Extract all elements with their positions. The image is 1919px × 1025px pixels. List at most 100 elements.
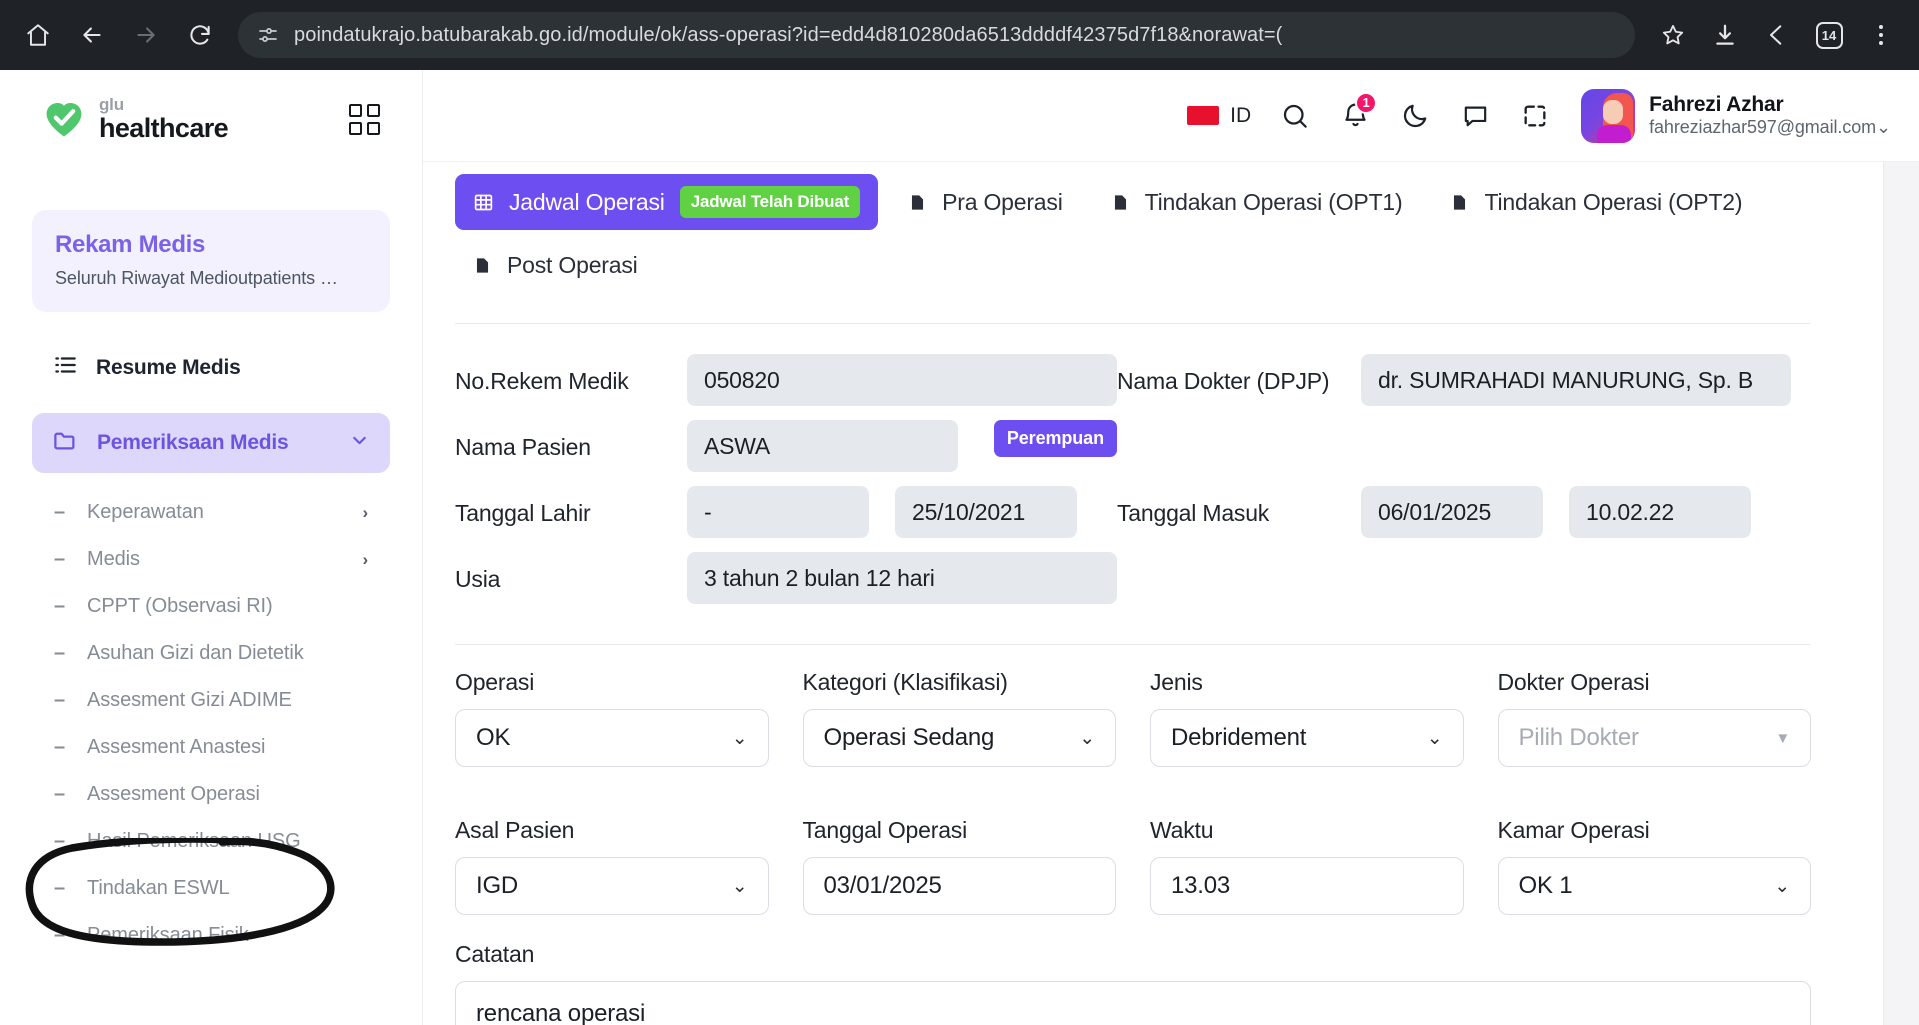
scrollbar-track[interactable] [1883, 162, 1919, 1025]
chevron-down-icon: ⌄ [1079, 727, 1095, 749]
content-scroll-area[interactable]: Jadwal Operasi Jadwal Telah Dibuat Pra O… [423, 162, 1919, 1025]
language-switcher[interactable]: ID [1187, 104, 1251, 128]
user-menu[interactable]: Fahrezi Azhar fahreziazhar597@gmail.com⌄ [1581, 88, 1891, 143]
label-catatan: Catatan [455, 941, 535, 968]
tab-tindakan-operasi-opt2[interactable]: Tindakan Operasi (OPT2) [1432, 174, 1760, 230]
search-icon[interactable] [1267, 88, 1323, 144]
avatar [1581, 88, 1636, 143]
sidebar-subitem-assesment-gizi-adime[interactable]: – Assesment Gizi ADIME [32, 677, 390, 724]
notifications-bell-icon[interactable]: 1 [1327, 88, 1383, 144]
tab-count-button[interactable]: 14 [1805, 11, 1853, 59]
field-group-dokter-operasi: Dokter Operasi Pilih Dokter ▼ [1497, 669, 1811, 768]
address-bar[interactable]: poindatukrajo.batubarakab.go.id/module/o… [238, 12, 1635, 58]
tab-jadwal-operasi[interactable]: Jadwal Operasi Jadwal Telah Dibuat [455, 174, 879, 231]
list-icon [52, 352, 78, 383]
operation-tabs: Jadwal Operasi Jadwal Telah Dibuat Pra O… [423, 162, 1843, 301]
user-email: fahreziazhar597@gmail.com [1649, 117, 1877, 138]
sidebar-subitem-label: Asuhan Gizi dan Dietetik [87, 642, 304, 664]
status-badge: Jadwal Telah Dibuat [679, 186, 861, 219]
value-nama-dokter: dr. SUMRAHADI MANURUNG, Sp. B [1361, 354, 1791, 407]
input-tanggal-operasi[interactable]: 03/01/2025 [802, 857, 1116, 916]
dash-icon: – [54, 877, 66, 899]
select-operasi[interactable]: OK ⌄ [455, 709, 769, 768]
select-asal-pasien-value: IGD [476, 872, 519, 900]
chrome-menu-icon[interactable] [1857, 11, 1905, 59]
label-spacer-2 [1117, 552, 1361, 566]
sidebar-subitem-label: Pemeriksaan Fisik [87, 924, 249, 946]
chat-icon[interactable] [1447, 88, 1503, 144]
sidebar-subitem-medis[interactable]: – Medis › [32, 536, 390, 583]
chevron-down-icon: ⌄ [1876, 117, 1891, 138]
home-button[interactable] [14, 11, 62, 59]
tab-post-operasi[interactable]: Post Operasi [455, 240, 656, 291]
sidebar-subitem-label: Assesment Operasi [87, 783, 260, 805]
label-asal-pasien: Asal Pasien [455, 817, 575, 844]
top-bar: ID 1 Fahrezi Azhar fahreziazhar597@gmail… [423, 70, 1919, 163]
file-icon [908, 193, 927, 212]
brand-name-label: healthcare [99, 113, 229, 143]
select-kamar-operasi[interactable]: OK 1 ⌄ [1497, 857, 1811, 916]
label-nama-dokter: Nama Dokter (DPJP) [1117, 368, 1330, 395]
rekam-medis-subtitle: Seluruh Riwayat Medioutpatients … [55, 268, 338, 288]
sidebar-item-label: Resume Medis [96, 355, 241, 379]
tab-pra-operasi[interactable]: Pra Operasi [890, 174, 1081, 230]
dark-mode-moon-icon[interactable] [1387, 88, 1443, 144]
apps-grid-icon[interactable] [349, 103, 380, 135]
value-no-rekem-medik: 050820 [687, 354, 1117, 407]
gender-badge: Perempuan [993, 420, 1117, 458]
brand-logo[interactable]: glu healthcare [42, 95, 229, 143]
select-dokter-operasi[interactable]: Pilih Dokter ▼ [1497, 709, 1811, 768]
sidebar: glu healthcare Rekam Medis Seluruh Riway… [0, 70, 423, 1025]
label-operasi: Operasi [455, 669, 535, 696]
bookmark-star-icon[interactable] [1649, 11, 1697, 59]
select-kategori[interactable]: Operasi Sedang ⌄ [802, 709, 1116, 768]
sidebar-subitem-assesment-anastesi[interactable]: – Assesment Anastesi [32, 724, 390, 771]
reload-button[interactable] [176, 11, 224, 59]
forward-button[interactable] [122, 11, 170, 59]
dash-icon: – [54, 736, 66, 758]
input-tanggal-operasi-value: 03/01/2025 [823, 872, 942, 900]
notification-badge: 1 [1355, 91, 1378, 114]
chevron-right-icon: › [362, 549, 368, 569]
sidebar-subitem-assesment-operasi[interactable]: – Assesment Operasi [32, 771, 390, 818]
sidebar-item-pemeriksaan-medis[interactable]: Pemeriksaan Medis [32, 413, 390, 473]
table-icon [473, 192, 494, 213]
label-jenis: Jenis [1150, 669, 1203, 696]
sidebar-subitem-label: Medis [87, 548, 140, 570]
sidebar-subitem-keperawatan[interactable]: – Keperawatan › [32, 489, 390, 536]
site-settings-icon[interactable] [256, 23, 280, 47]
sidebar-item-resume-medis[interactable]: Resume Medis [32, 338, 390, 397]
value-tanggal-masuk-time: 10.02.22 [1569, 486, 1751, 539]
sidebar-subitem-asuhan-gizi[interactable]: – Asuhan Gizi dan Dietetik [32, 630, 390, 677]
dash-icon: – [54, 548, 66, 570]
chevron-down-icon: ⌄ [1426, 727, 1443, 749]
select-jenis[interactable]: Debridement ⌄ [1150, 709, 1464, 768]
sidebar-subitem-tindakan-eswl[interactable]: – Tindakan ESWL [32, 865, 390, 912]
tab-tindakan-operasi-opt1[interactable]: Tindakan Operasi (OPT1) [1093, 174, 1421, 230]
rekam-medis-card[interactable]: Rekam Medis Seluruh Riwayat Medioutpatie… [32, 210, 390, 312]
select-operasi-value: OK [476, 724, 511, 752]
sidebar-subitem-hasil-usg[interactable]: – Hasil Pemeriksaan USG [32, 818, 390, 865]
downloads-icon[interactable] [1701, 11, 1749, 59]
select-kategori-value: Operasi Sedang [823, 724, 995, 752]
fullscreen-icon[interactable] [1507, 88, 1563, 144]
back-button[interactable] [68, 11, 116, 59]
rekam-medis-title: Rekam Medis [55, 231, 206, 258]
sidebar-subitem-label: Keperawatan [87, 501, 204, 523]
select-jenis-value: Debridement [1171, 724, 1307, 752]
value-tanggal-lahir-placeholder: - [687, 486, 869, 539]
language-label: ID [1230, 103, 1252, 127]
input-waktu[interactable]: 13.03 [1150, 857, 1464, 916]
select-asal-pasien[interactable]: IGD ⌄ [455, 857, 769, 916]
textarea-catatan[interactable]: rencana operasi [455, 981, 1811, 1025]
brand-top-label: glu [99, 95, 124, 114]
chevron-down-icon: ⌄ [731, 727, 748, 749]
browser-toolbar: poindatukrajo.batubarakab.go.id/module/o… [0, 0, 1919, 70]
sidebar-subitem-cppt[interactable]: – CPPT (Observasi RI) [32, 583, 390, 630]
dash-icon: – [54, 830, 66, 852]
chevron-down-icon [349, 430, 370, 456]
sidebar-subitem-pemeriksaan-fisik[interactable]: – Pemeriksaan Fisik [32, 912, 390, 959]
share-icon[interactable] [1753, 11, 1801, 59]
sidebar-sub-list: – Keperawatan › – Medis › – CPPT (Observ… [32, 489, 390, 959]
user-name: Fahrezi Azhar [1649, 93, 1784, 117]
